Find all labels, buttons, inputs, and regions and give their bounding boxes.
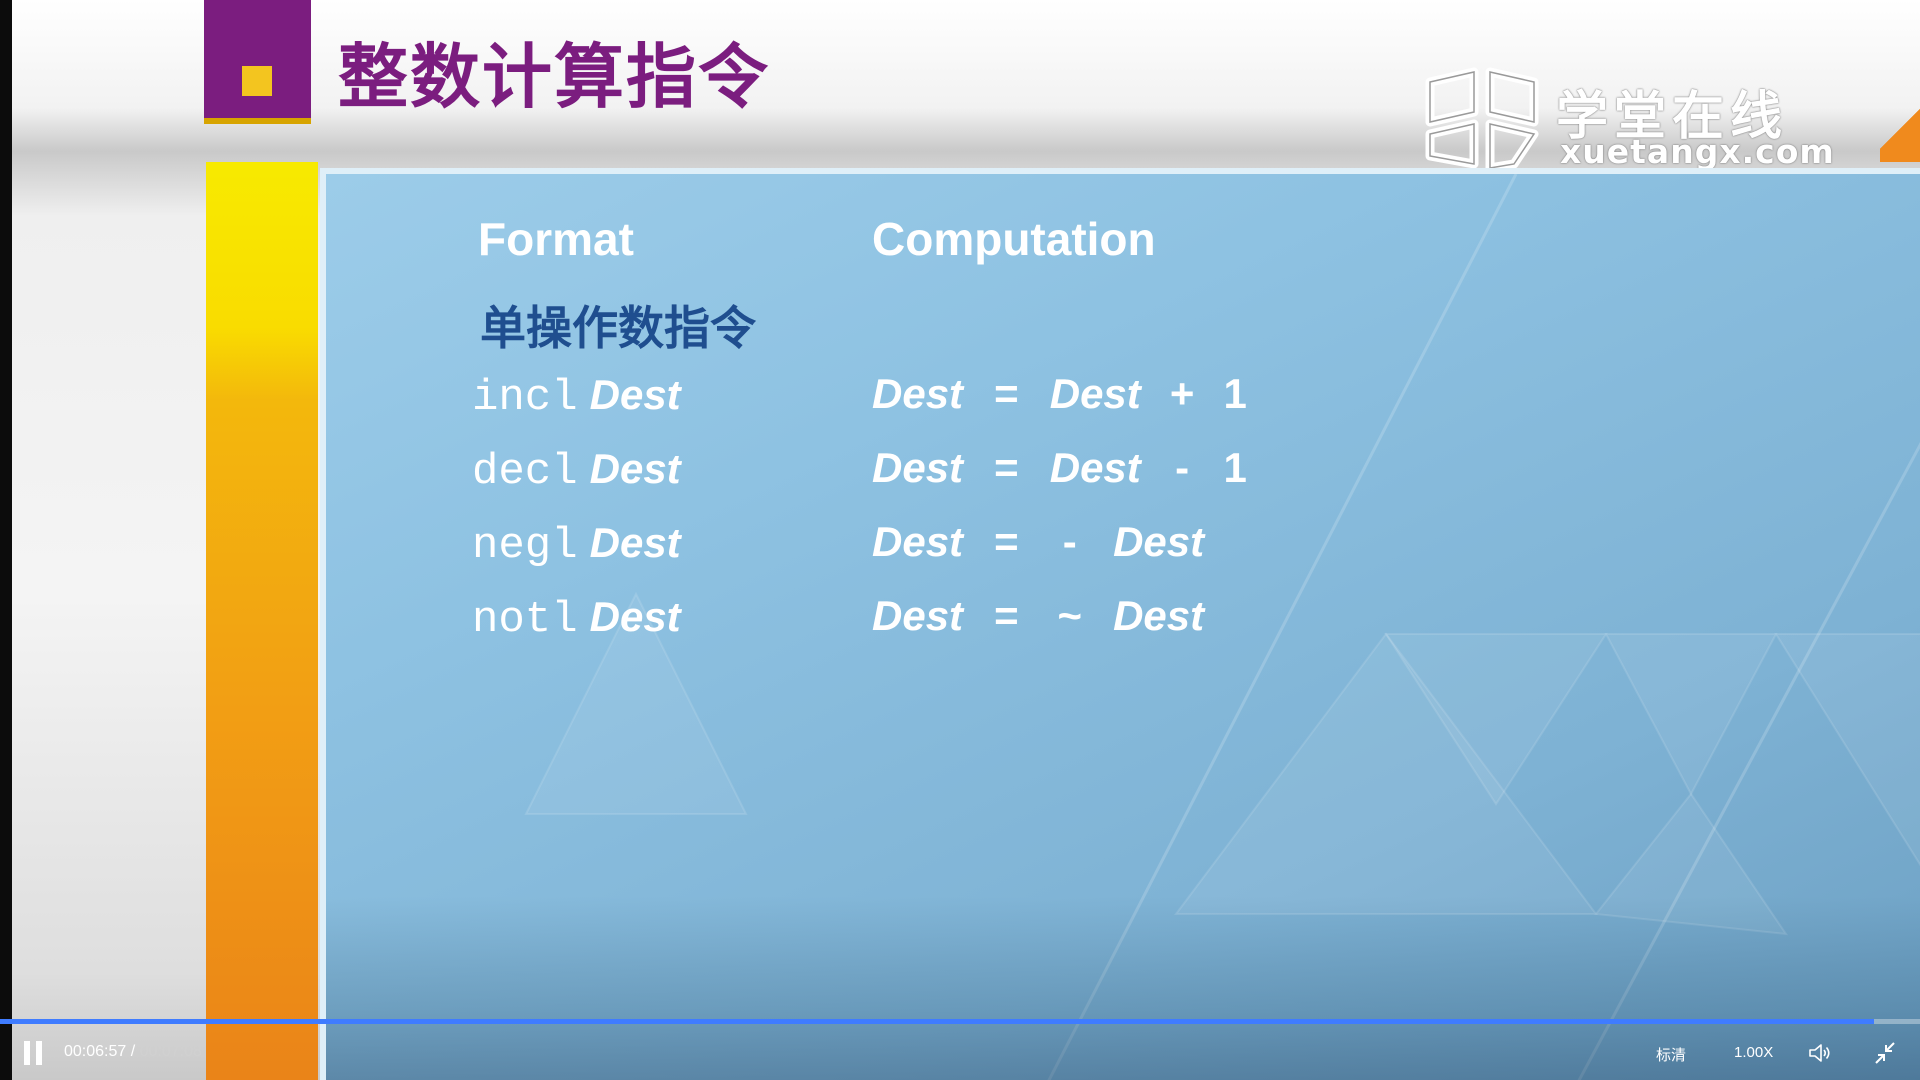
duration: 00:07:08 (139, 1043, 202, 1060)
instruction-row: decl Dest Dest = Dest - 1 (326, 444, 1920, 504)
comp-lhs: Dest (872, 444, 964, 491)
mnemonic: incl (472, 373, 578, 423)
comp-number: 1 (1223, 370, 1247, 417)
speed-button[interactable]: 1.00X (1734, 1044, 1773, 1061)
instruction-row: negl Dest Dest = - Dest (326, 518, 1920, 578)
player-controls: 00:06:57 / 00:07:08 标清 1.00X (0, 1019, 1920, 1080)
comp-binary-op: + (1169, 370, 1195, 417)
computation-header: Computation (872, 213, 1156, 265)
pause-button[interactable] (24, 1041, 44, 1065)
current-time: 00:06:57 (64, 1043, 127, 1060)
instruction-format: negl Dest (472, 518, 681, 571)
progress-fill (0, 1019, 1874, 1024)
computation: Dest = ~ Dest (872, 592, 1204, 640)
operand: Dest (589, 371, 681, 418)
comp-rhs: Dest (1113, 592, 1205, 639)
computation: Dest = - Dest (872, 518, 1204, 566)
comp-rhs: Dest (1049, 444, 1141, 491)
orange-corner-decoration (1880, 96, 1920, 162)
time-display: 00:06:57 / 00:07:08 (64, 1043, 202, 1061)
title-accent-block (204, 0, 311, 124)
instruction-format: incl Dest (472, 370, 681, 423)
comp-rhs: Dest (1113, 518, 1205, 565)
mnemonic: decl (472, 447, 578, 497)
progress-bar[interactable] (0, 1019, 1920, 1024)
instruction-format: notl Dest (472, 592, 681, 645)
comp-lhs: Dest (872, 370, 964, 417)
comp-equals: = (994, 518, 1019, 565)
instruction-format: decl Dest (472, 444, 681, 497)
volume-icon[interactable] (1807, 1041, 1833, 1065)
xuetangx-logo: 学堂在线 xuetangx.com (1422, 64, 1834, 184)
comp-equals: = (994, 444, 1019, 491)
title-accent-square (242, 66, 272, 96)
computation: Dest = Dest + 1 (872, 370, 1247, 418)
content-panel: Format Computation 单操作数指令 incl Dest Dest … (320, 168, 1920, 1080)
computation: Dest = Dest - 1 (872, 444, 1247, 492)
video-player[interactable]: 整数计算指令 学堂在线 xuetangx.com Format Computat… (12, 0, 1920, 1080)
instruction-row: notl Dest Dest = ~ Dest (326, 592, 1920, 652)
operand: Dest (589, 519, 681, 566)
exit-fullscreen-icon[interactable] (1872, 1041, 1898, 1065)
comp-binary-op: - (1175, 444, 1190, 491)
section-label: 单操作数指令 (480, 301, 756, 355)
comp-lhs: Dest (872, 592, 964, 639)
gold-side-band (206, 162, 318, 1080)
operand: Dest (589, 593, 681, 640)
format-header: Format (478, 213, 634, 265)
time-separator: / (126, 1043, 140, 1060)
instruction-row: incl Dest Dest = Dest + 1 (326, 370, 1920, 430)
comp-equals: = (994, 592, 1019, 639)
comp-lhs: Dest (872, 518, 964, 565)
operand: Dest (589, 445, 681, 492)
book-logo-icon (1425, 67, 1539, 173)
comp-unary-op: - (1062, 518, 1077, 565)
quality-button[interactable]: 标清 (1656, 1044, 1686, 1065)
comp-rhs: Dest (1049, 370, 1141, 417)
slide-title: 整数计算指令 (338, 36, 770, 118)
logo-url-text: xuetangx.com (1560, 132, 1835, 171)
pause-icon (36, 1041, 42, 1065)
comp-number: 1 (1223, 444, 1247, 491)
mnemonic: negl (472, 521, 578, 571)
mnemonic: notl (472, 595, 578, 645)
comp-unary-op: ~ (1057, 592, 1082, 639)
pause-icon (24, 1041, 30, 1065)
comp-equals: = (994, 370, 1019, 417)
